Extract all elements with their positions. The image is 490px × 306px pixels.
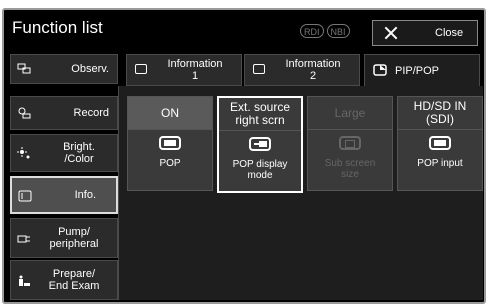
sub-screen-size-icon bbox=[339, 136, 361, 150]
sub-screen-size-value: Large bbox=[308, 97, 392, 130]
pop-input-value: HD/SD IN (SDI) bbox=[398, 97, 482, 130]
nbi-badge: NBI bbox=[326, 24, 350, 38]
pop-toggle-value: ON bbox=[128, 97, 212, 130]
tab-label: Information 1 bbox=[167, 58, 223, 82]
pop-display-mode-value: Ext. source right scrn bbox=[219, 98, 301, 131]
pop-input-icon bbox=[429, 136, 451, 150]
record-icon bbox=[18, 107, 31, 119]
sidebar-item-record[interactable]: Record bbox=[10, 96, 118, 130]
sidebar-item-observ[interactable]: Observ. bbox=[10, 54, 118, 84]
close-button[interactable]: Close bbox=[372, 20, 478, 46]
sidebar-item-label: Prepare/ End Exam bbox=[48, 268, 100, 292]
sidebar-item-pump-peripheral[interactable]: Pump/ peripheral bbox=[10, 218, 118, 258]
sidebar-item-info[interactable]: Info. bbox=[10, 176, 118, 214]
window-title: Function list bbox=[12, 18, 103, 37]
sub-screen-size-label: Sub screen size bbox=[324, 158, 376, 180]
pop-toggle-button[interactable]: ON POP bbox=[127, 96, 213, 191]
pop-icon bbox=[159, 136, 181, 150]
close-button-label: Close bbox=[435, 27, 464, 39]
pip-pop-panel: ON POP Ext. source right scrn POP displa… bbox=[118, 86, 483, 300]
prepare-icon bbox=[19, 275, 30, 286]
pump-icon bbox=[17, 235, 30, 243]
pop-display-mode-button[interactable]: Ext. source right scrn POP display mode bbox=[217, 96, 303, 193]
pop-input-button[interactable]: HD/SD IN (SDI) POP input bbox=[397, 96, 483, 191]
sidebar-item-label: Info. bbox=[74, 189, 96, 201]
mode-badges: RDI NBI bbox=[300, 24, 350, 38]
sidebar-item-prepare-end-exam[interactable]: Prepare/ End Exam bbox=[10, 260, 118, 300]
sidebar-item-bright-color[interactable]: Bright. /Color bbox=[10, 134, 118, 172]
info-icon bbox=[18, 190, 32, 202]
pip-pop-icon bbox=[373, 64, 387, 76]
observation-icon bbox=[17, 63, 31, 74]
sidebar-item-label: Pump/ peripheral bbox=[49, 226, 99, 250]
tab-information-1[interactable]: Information 1 bbox=[126, 54, 242, 86]
info-icon bbox=[253, 64, 265, 74]
tab-label: Information 2 bbox=[285, 58, 341, 82]
sidebar-item-label: Record bbox=[73, 107, 109, 119]
sidebar-item-label: Observ. bbox=[71, 63, 109, 75]
pop-input-label: POP input bbox=[417, 158, 463, 169]
brightness-icon bbox=[17, 147, 30, 159]
rdi-badge: RDI bbox=[300, 24, 324, 38]
close-icon bbox=[385, 27, 397, 39]
sub-screen-size-button: Large Sub screen size bbox=[307, 96, 393, 191]
info-icon bbox=[135, 64, 147, 74]
sidebar-item-label: Bright. /Color bbox=[63, 141, 95, 165]
tab-information-2[interactable]: Information 2 bbox=[244, 54, 360, 86]
pop-display-mode-icon bbox=[249, 137, 271, 151]
pop-label: POP bbox=[159, 158, 181, 169]
tab-pip-pop[interactable]: PIP/POP bbox=[364, 54, 480, 86]
tab-label: PIP/POP bbox=[395, 65, 440, 77]
pop-display-mode-label: POP display mode bbox=[232, 159, 288, 181]
